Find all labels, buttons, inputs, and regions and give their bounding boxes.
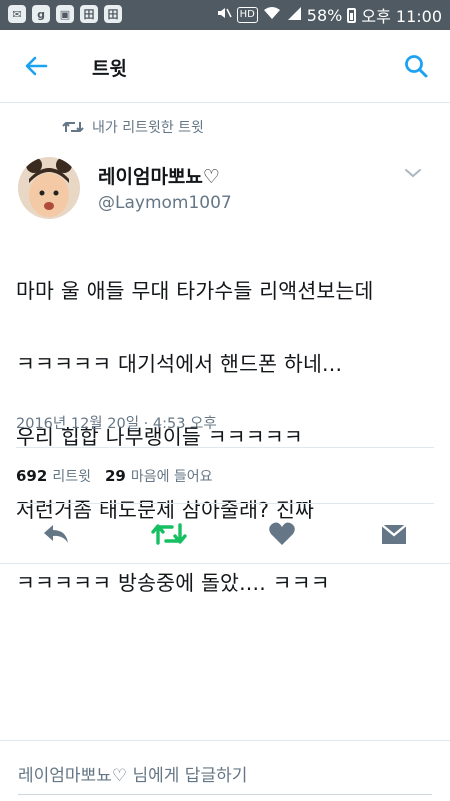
avatar-image [18, 157, 80, 219]
page-title: 트윗 [92, 58, 127, 80]
back-button[interactable] [20, 50, 52, 82]
reply-bar[interactable]: 레이엄마뽀뇨♡ 님에게 답글하기 [0, 740, 450, 801]
author-handle[interactable]: @Laymom1007 [98, 193, 232, 213]
wifi-icon [263, 5, 281, 25]
tweet-text: 마마 울 애들 무대 타가수들 리액션보는데 ㅋㅋㅋㅋㅋ 대기석에서 핸드폰 하… [16, 236, 440, 638]
divider [0, 563, 450, 564]
retweet-context-label: 내가 리트윗한 트윗 [92, 120, 204, 136]
like-count[interactable]: 29 [105, 467, 126, 485]
search-icon [405, 55, 428, 78]
battery-level: 58% [306, 5, 343, 25]
like-count-label[interactable]: 마음에 들어요 [131, 466, 213, 486]
app-icon: 田 [104, 5, 122, 23]
retweet-count[interactable]: 692 [16, 467, 47, 485]
retweet-small-icon [62, 122, 84, 132]
app-bar: 트윗 [0, 30, 450, 103]
avatar[interactable] [18, 157, 80, 219]
system-status: HD 58% 오후 11:00 [216, 3, 442, 27]
tweet-options-button[interactable] [404, 165, 422, 179]
heart-icon [269, 522, 295, 545]
tweet-timestamp: 2016년 12월 20일 · 4:53 오후 [16, 416, 217, 432]
retweet-icon [151, 523, 187, 545]
tweet-line: 마마 울 애들 무대 타가수들 리액션보는데 [16, 278, 374, 303]
mute-icon [216, 5, 232, 25]
battery-icon [347, 7, 357, 23]
back-arrow-icon [25, 56, 48, 76]
tweet-actions [0, 512, 450, 558]
tweet-stats: 692 리트윗 29 마음에 들어요 [16, 466, 227, 486]
reply-input-underline [18, 794, 432, 795]
author-name[interactable]: 레이엄마뽀뇨♡ [98, 162, 220, 189]
retweet-context: 내가 리트윗한 트윗 [62, 117, 204, 137]
chevron-down-icon [405, 169, 421, 178]
reply-input-placeholder[interactable]: 레이엄마뽀뇨♡ 님에게 답글하기 [18, 761, 247, 786]
tweet-line: ㅋㅋㅋㅋㅋ 방송중에 돌았.... ㅋㅋㅋ [16, 570, 330, 595]
app-icon: 田 [80, 5, 98, 23]
reply-button[interactable] [34, 512, 78, 556]
like-button[interactable] [260, 512, 304, 556]
g-icon: g [32, 5, 50, 23]
retweet-button[interactable] [147, 512, 191, 556]
chat-icon: ✉ [8, 5, 26, 23]
direct-message-button[interactable] [372, 512, 416, 556]
hd-badge: HD [236, 7, 258, 23]
search-button[interactable] [400, 50, 432, 82]
status-bar: ✉ g ▣ 田 田 HD 58% 오후 11:00 [0, 0, 450, 30]
divider [16, 447, 434, 448]
notification-icons: ✉ g ▣ 田 田 [8, 5, 122, 23]
clock: 오후 11:00 [361, 7, 442, 26]
tweet-line: ㅋㅋㅋㅋㅋ 대기석에서 핸드폰 하네... [16, 351, 343, 376]
image-icon: ▣ [56, 5, 74, 23]
signal-icon [286, 5, 302, 25]
divider [16, 503, 434, 504]
reply-icon [44, 525, 68, 543]
envelope-icon [381, 524, 407, 544]
retweet-count-label[interactable]: 리트윗 [52, 466, 91, 486]
